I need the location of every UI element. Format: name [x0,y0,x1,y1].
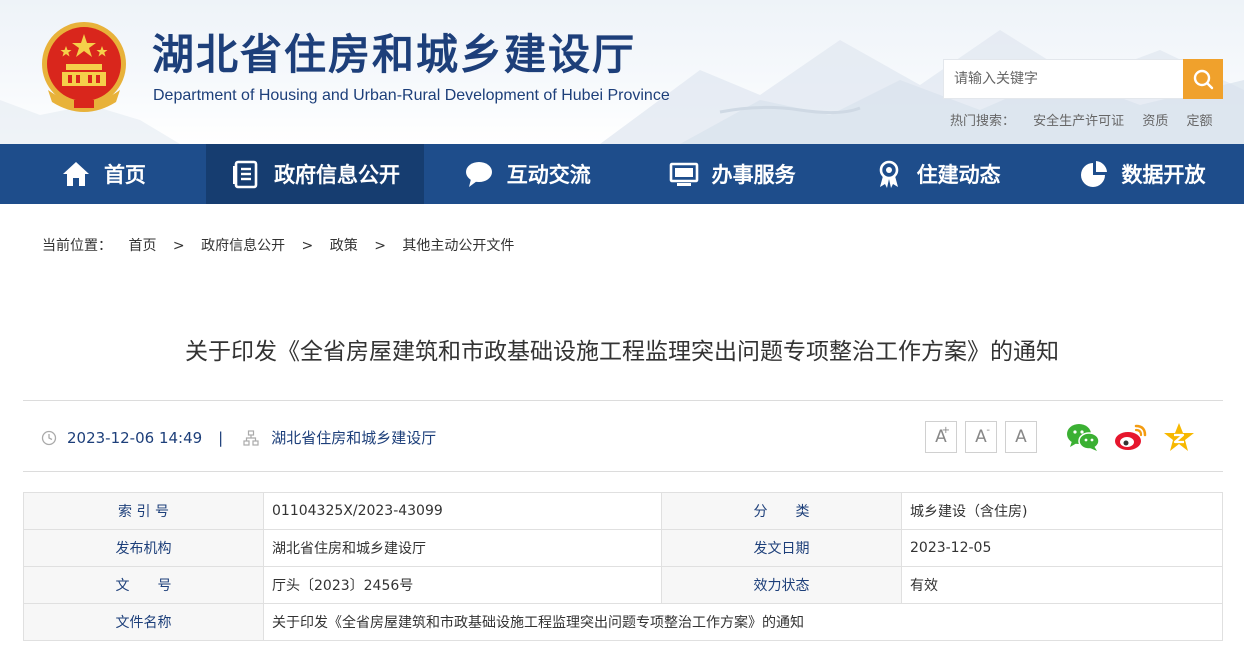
wechat-icon [1067,424,1100,451]
info-key: 效力状态 [661,566,902,604]
nav-item-home[interactable]: 首页 [0,144,206,204]
nav-item-label: 首页 [103,163,146,187]
nav-item-label: 办事服务 [711,163,796,187]
article-title: 关于印发《全省房屋建筑和市政基础设施工程监理突出问题专项整治工作方案》的通知 [185,339,1059,365]
nav-item-label: 数据开放 [1121,163,1206,187]
font-decrease-label: A [975,427,987,447]
font-reset-label: A [1015,427,1027,447]
breadcrumb-item[interactable]: 首页 [128,238,156,254]
font-reset-button[interactable]: A [1005,421,1037,453]
breadcrumb: 当前位置： 首页 > 政府信息公开 > 政策 > 其他主动公开文件 [42,235,514,255]
info-key: 发文日期 [661,529,902,567]
hot-search-term[interactable]: 定额 [1186,114,1212,129]
qzone-icon [1164,423,1194,451]
meta-divider: | [218,428,224,447]
info-value: 2023-12-05 [901,529,1223,567]
table-row: 文 号 厅头〔2023〕2456号 效力状态 有效 [23,566,1223,604]
breadcrumb-item[interactable]: 政策 [330,238,358,254]
table-row: 文件名称 关于印发《全省房屋建筑和市政基础设施工程监理突出问题专项整治工作方案》… [23,603,1223,641]
hot-search: 热门搜索： 安全生产许可证 资质 定额 [950,110,1226,129]
font-decrease-sup: - [986,425,990,436]
hot-search-term[interactable]: 资质 [1142,114,1168,129]
site-title: 湖北省住房和城乡建设厅 [152,30,637,79]
font-increase-button[interactable]: A + [925,421,957,453]
national-emblem-icon [38,20,130,116]
search-button[interactable] [1183,59,1223,99]
article-meta-bar: 2023-12-06 14:49 | 湖北省住房和城乡建设厅 A + A- A [23,400,1223,472]
breadcrumb-separator: > [301,238,314,254]
publish-datetime: 2023-12-06 14:49 [67,428,203,447]
table-row: 发布机构 湖北省住房和城乡建设厅 发文日期 2023-12-05 [23,529,1223,567]
info-value: 城乡建设（含住房) [901,492,1223,530]
nav-item-label: 住建动态 [916,163,1001,187]
hot-search-label: 热门搜索： [950,114,1016,129]
info-key: 索 引 号 [23,492,264,530]
share-wechat-button[interactable] [1065,420,1101,454]
breadcrumb-separator: > [172,238,185,254]
document-info-table: 索 引 号 01104325X/2023-43099 分 类 城乡建设（含住房)… [23,492,1223,641]
nav-item-news[interactable]: 住建动态 [834,144,1039,204]
hot-search-term[interactable]: 安全生产许可证 [1033,114,1124,129]
nav-item-services[interactable]: 办事服务 [629,144,834,204]
site-subtitle: Department of Housing and Urban-Rural De… [153,87,670,104]
info-value: 01104325X/2023-43099 [263,492,662,530]
search-icon [1193,69,1214,90]
clock-icon [41,430,57,446]
breadcrumb-label: 当前位置： [42,238,112,254]
font-decrease-button[interactable]: A- [965,421,997,453]
pie-chart-icon [1078,158,1110,190]
award-icon [873,158,905,190]
share-weibo-button[interactable] [1113,420,1149,454]
article-tools: A + A- A [925,420,1197,454]
monitor-icon [668,158,700,190]
nav-item-open-data[interactable]: 数据开放 [1039,144,1244,204]
search-box [943,59,1223,99]
nav-item-gov-info[interactable]: 政府信息公开 [205,144,425,204]
main-nav: 首页 政府信息公开 互动交流 办事服务 住建动态 数据开放 [0,144,1244,204]
nav-item-interaction[interactable]: 互动交流 [424,144,629,204]
info-value: 厅头〔2023〕2456号 [263,566,662,604]
breadcrumb-item[interactable]: 政府信息公开 [201,238,285,254]
info-key: 分 类 [661,492,902,530]
search-input[interactable] [944,60,1183,98]
share-qzone-button[interactable] [1161,420,1197,454]
table-row: 索 引 号 01104325X/2023-43099 分 类 城乡建设（含住房) [23,492,1223,530]
breadcrumb-item[interactable]: 其他主动公开文件 [402,238,514,254]
info-value: 湖北省住房和城乡建设厅 [263,529,662,567]
info-value: 有效 [901,566,1223,604]
article-source: 湖北省住房和城乡建设厅 [271,429,437,447]
chat-bubble-icon [463,158,495,190]
org-icon [243,429,259,446]
document-list-icon [230,158,262,190]
weibo-icon [1115,424,1147,450]
nav-item-label: 政府信息公开 [274,163,401,187]
article-meta: 2023-12-06 14:49 | 湖北省住房和城乡建设厅 [41,427,436,448]
home-icon [60,158,92,190]
font-increase-sup: + [941,425,950,436]
info-key: 文件名称 [23,603,264,641]
info-key: 文 号 [23,566,264,604]
info-key: 发布机构 [23,529,264,567]
nav-item-label: 互动交流 [506,163,591,187]
breadcrumb-separator: > [374,238,386,254]
info-value: 关于印发《全省房屋建筑和市政基础设施工程监理突出问题专项整治工作方案》的通知 [263,603,1223,641]
site-header: 湖北省住房和城乡建设厅 Department of Housing and Ur… [0,0,1244,144]
